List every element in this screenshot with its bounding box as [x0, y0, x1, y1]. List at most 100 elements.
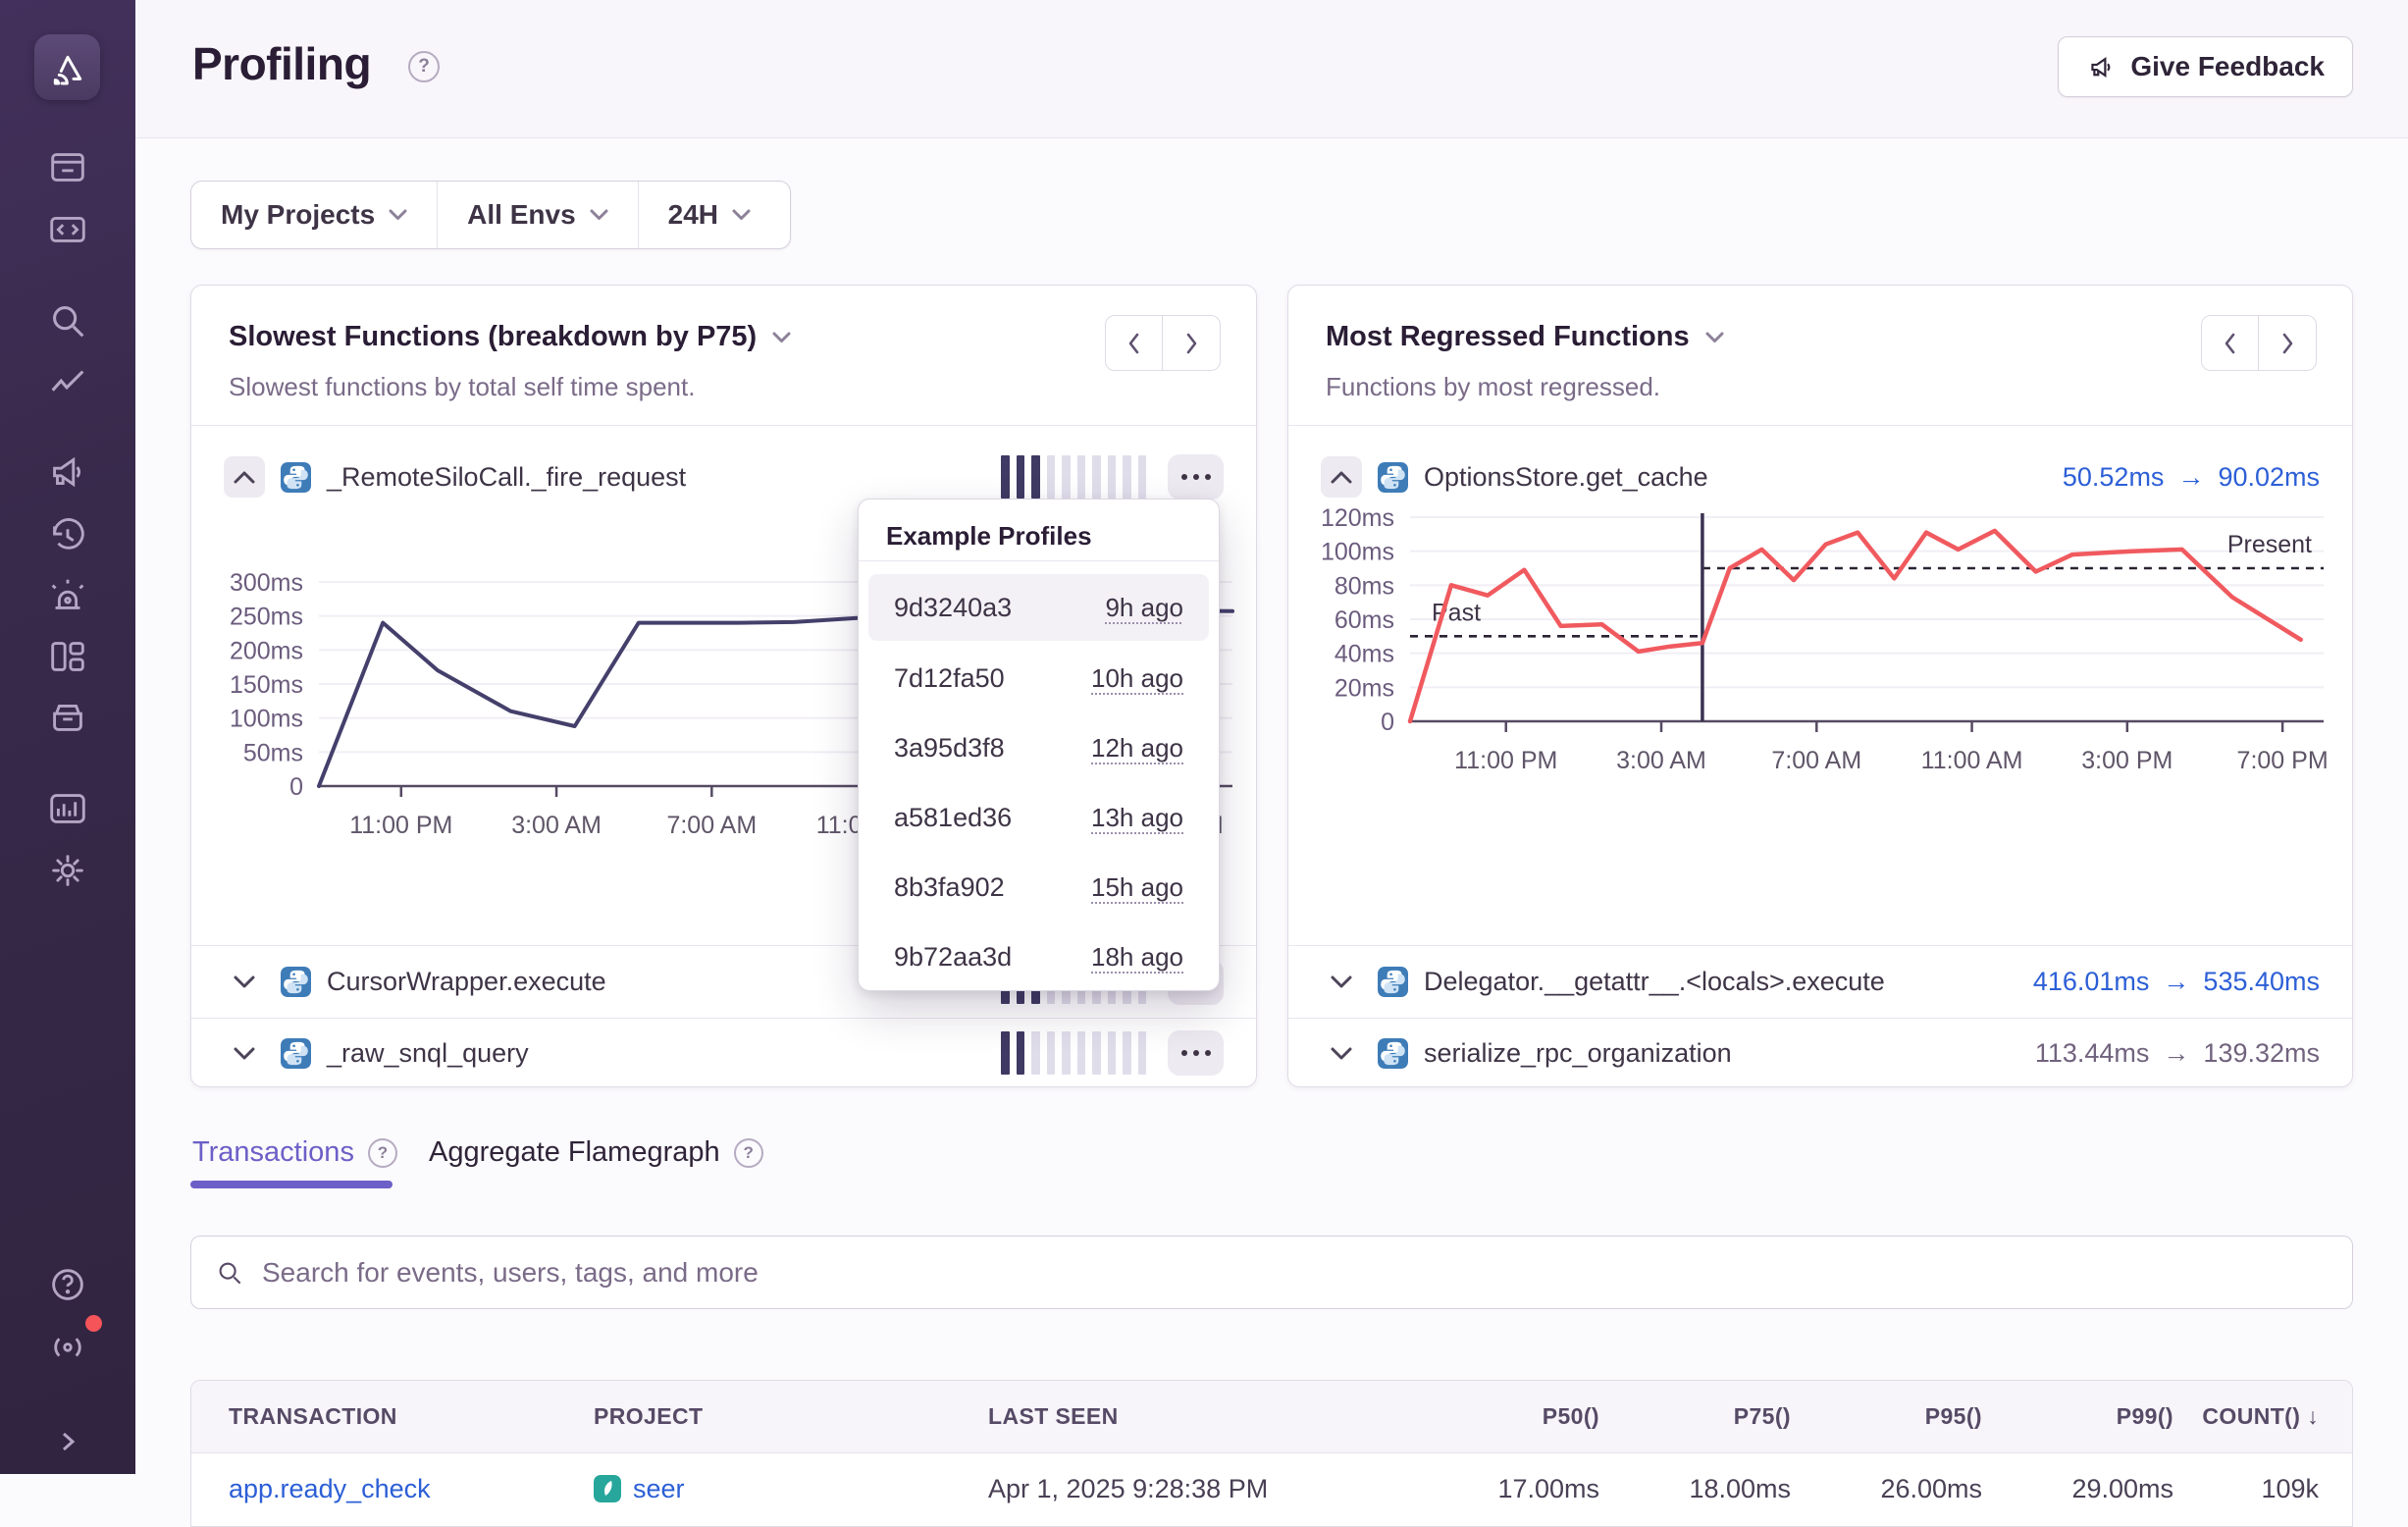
project-link[interactable]: seer: [633, 1474, 685, 1504]
sidebar-item-issues[interactable]: [0, 143, 135, 190]
profile-age-link[interactable]: 12h ago: [1091, 733, 1183, 764]
expand-row-button[interactable]: [224, 1032, 265, 1074]
transaction-link[interactable]: app.ready_check: [229, 1474, 431, 1503]
column-p75[interactable]: P75(): [1599, 1403, 1791, 1430]
function-actions-button[interactable]: [1168, 454, 1224, 500]
most-regressed-title-dropdown[interactable]: Most Regressed Functions: [1326, 321, 1724, 353]
function-name[interactable]: _raw_snql_query: [327, 1038, 529, 1069]
search-input[interactable]: [262, 1257, 2329, 1289]
environment-filter[interactable]: All Envs: [437, 182, 637, 248]
expand-row-button[interactable]: [1321, 1032, 1362, 1074]
column-transaction[interactable]: TRANSACTION: [229, 1403, 594, 1430]
profile-id[interactable]: 8b3fa902: [894, 872, 1005, 903]
chevron-right-icon: [2277, 331, 2298, 356]
svg-text:7:00 AM: 7:00 AM: [1771, 747, 1861, 774]
give-feedback-button[interactable]: Give Feedback: [2058, 36, 2353, 97]
card-title: Most Regressed Functions: [1326, 321, 1690, 353]
profile-row[interactable]: 9b72aa3d 18h ago: [868, 923, 1209, 990]
sidebar-item-settings[interactable]: [0, 847, 135, 894]
profiling-help-button[interactable]: ?: [408, 51, 440, 82]
collapse-row-button[interactable]: [224, 456, 265, 498]
sidebar-item-performance[interactable]: [0, 360, 135, 407]
sidebar-item-explore[interactable]: [0, 297, 135, 344]
after-value[interactable]: 90.02ms: [2218, 462, 2320, 493]
chevron-up-icon: [233, 470, 256, 485]
profile-row[interactable]: 3a95d3f8 12h ago: [868, 714, 1209, 781]
sidebar-item-whats-new[interactable]: [0, 1321, 135, 1368]
tab-aggregate-flamegraph[interactable]: Aggregate Flamegraph ?: [429, 1136, 763, 1169]
function-name[interactable]: OptionsStore.get_cache: [1424, 462, 1708, 493]
card-pagination: [1105, 315, 1221, 371]
sentry-logo-icon: [46, 46, 89, 89]
next-page-button[interactable]: [2259, 315, 2317, 371]
before-value[interactable]: 416.01ms: [2033, 967, 2150, 997]
sidebar-item-feedback[interactable]: [0, 448, 135, 496]
before-value[interactable]: 50.52ms: [2063, 462, 2165, 493]
svg-text:0: 0: [1381, 709, 1394, 736]
sidebar-item-releases[interactable]: [0, 693, 135, 740]
svg-text:11:00 PM: 11:00 PM: [349, 812, 452, 839]
profile-id[interactable]: 9b72aa3d: [894, 942, 1012, 973]
chevron-down-icon: [1705, 332, 1724, 343]
tab-transactions[interactable]: Transactions ?: [192, 1136, 397, 1169]
expand-row-button[interactable]: [1321, 962, 1362, 1003]
project-filter[interactable]: My Projects: [191, 182, 437, 248]
search-bar: [190, 1236, 2353, 1309]
table-row[interactable]: app.ready_check seer Apr 1, 2025 9:28:38…: [191, 1453, 2352, 1524]
previous-page-button[interactable]: [2201, 315, 2259, 371]
profile-row[interactable]: 8b3fa902 15h ago: [868, 854, 1209, 921]
transactions-help-button[interactable]: ?: [368, 1138, 397, 1168]
profile-row[interactable]: 7d12fa50 10h ago: [868, 645, 1209, 711]
profile-row[interactable]: a581ed36 13h ago: [868, 784, 1209, 851]
svg-text:120ms: 120ms: [1321, 504, 1394, 532]
column-last-seen[interactable]: LAST SEEN: [988, 1403, 1418, 1430]
column-p99[interactable]: P99(): [1982, 1403, 2173, 1430]
function-name[interactable]: _RemoteSiloCall._fire_request: [327, 462, 686, 493]
svg-text:50ms: 50ms: [243, 739, 303, 766]
column-p50[interactable]: P50(): [1418, 1403, 1599, 1430]
slowest-functions-title-dropdown[interactable]: Slowest Functions (breakdown by P75): [229, 321, 791, 353]
after-value[interactable]: 535.40ms: [2203, 967, 2320, 997]
function-sparkline: [1001, 455, 1146, 499]
function-name[interactable]: serialize_rpc_organization: [1424, 1038, 1732, 1069]
column-count[interactable]: COUNT() ↓: [2173, 1403, 2319, 1430]
collapse-row-button[interactable]: [1321, 456, 1362, 498]
previous-page-button[interactable]: [1105, 315, 1163, 371]
profile-id[interactable]: 9d3240a3: [894, 593, 1012, 623]
sidebar-expand-button[interactable]: [0, 1418, 135, 1465]
svg-text:250ms: 250ms: [230, 604, 303, 631]
flamegraph-help-button[interactable]: ?: [734, 1138, 763, 1168]
profile-age-link[interactable]: 18h ago: [1091, 942, 1183, 973]
expand-row-button[interactable]: [224, 962, 265, 1003]
profile-id[interactable]: 7d12fa50: [894, 663, 1005, 694]
profile-age-link[interactable]: 13h ago: [1091, 803, 1183, 833]
transactions-table: TRANSACTION PROJECT LAST SEEN P50() P75(…: [190, 1380, 2353, 1527]
sidebar-item-dashboards[interactable]: [0, 633, 135, 680]
function-name[interactable]: CursorWrapper.execute: [327, 967, 606, 997]
tab-label: Aggregate Flamegraph: [429, 1136, 720, 1169]
gear-icon: [45, 848, 90, 893]
date-range-filter[interactable]: 24H: [638, 182, 780, 248]
sentry-logo[interactable]: [34, 34, 100, 100]
function-name[interactable]: Delegator.__getattr__.<locals>.execute: [1424, 967, 1885, 997]
profile-row[interactable]: 9d3240a3 9h ago: [868, 574, 1209, 641]
sidebar-item-stats[interactable]: [0, 785, 135, 832]
column-p95[interactable]: P95(): [1791, 1403, 1982, 1430]
most-regressed-chart[interactable]: 120ms100ms80ms60ms40ms20ms011:00 PM3:00 …: [1312, 503, 2337, 798]
profile-age-link[interactable]: 15h ago: [1091, 872, 1183, 903]
give-feedback-label: Give Feedback: [2130, 51, 2325, 82]
sidebar-item-help[interactable]: [0, 1261, 135, 1308]
profile-id[interactable]: 3a95d3f8: [894, 733, 1005, 764]
sidebar-item-alerts[interactable]: [0, 572, 135, 619]
sort-arrow-down-icon: ↓: [2307, 1403, 2319, 1429]
profile-age-link[interactable]: 10h ago: [1091, 663, 1183, 694]
column-project[interactable]: PROJECT: [594, 1403, 988, 1430]
function-actions-button[interactable]: [1168, 1030, 1224, 1076]
sidebar-item-projects[interactable]: [0, 205, 135, 252]
chevron-down-icon: [732, 209, 751, 221]
sidebar-item-replays[interactable]: [0, 512, 135, 559]
profile-age-link[interactable]: 9h ago: [1105, 593, 1183, 623]
profile-id[interactable]: a581ed36: [894, 803, 1012, 833]
next-page-button[interactable]: [1163, 315, 1221, 371]
p95-value: 26.00ms: [1791, 1474, 1982, 1504]
